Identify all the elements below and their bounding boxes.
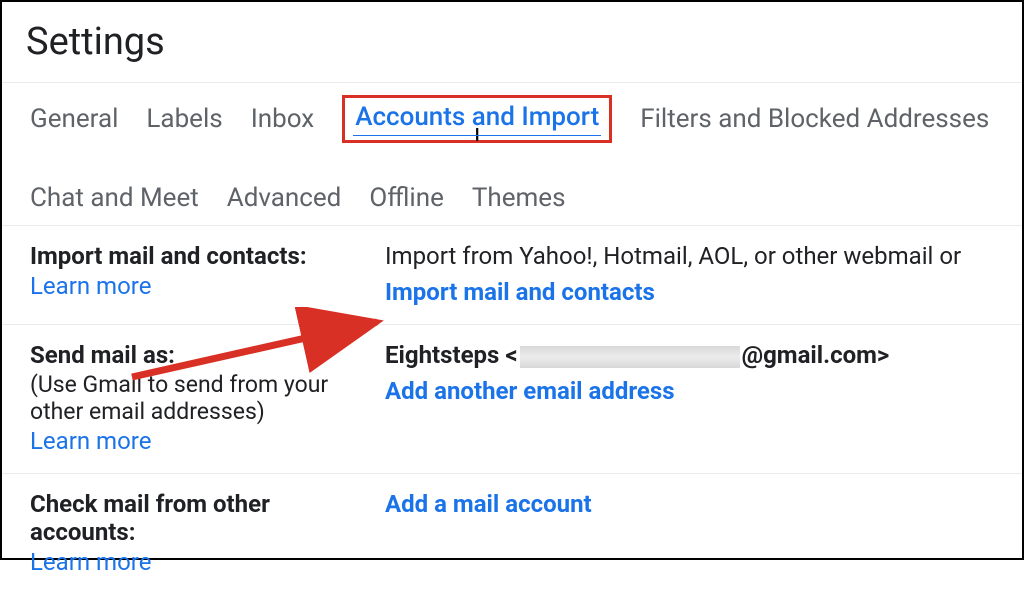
section-check-mail: Check mail from other accounts: Learn mo…	[2, 474, 1022, 594]
import-learn-more-link[interactable]: Learn more	[30, 272, 151, 300]
tab-general[interactable]: General	[30, 104, 118, 134]
import-title: Import mail and contacts:	[30, 242, 375, 270]
add-email-address-action[interactable]: Add another email address	[385, 377, 675, 405]
check-mail-learn-more-link[interactable]: Learn more	[30, 548, 151, 576]
send-as-identity: Eightsteps < @gmail.com>	[385, 341, 1022, 369]
import-description: Import from Yahoo!, Hotmail, AOL, or oth…	[385, 242, 1022, 270]
tab-filters[interactable]: Filters and Blocked Addresses	[640, 104, 989, 134]
send-as-name-suffix: @gmail.com>	[742, 341, 890, 369]
tabs-row-2: Chat and Meet Advanced Offline Themes	[30, 183, 1022, 225]
add-mail-account-action[interactable]: Add a mail account	[385, 490, 592, 518]
tab-accounts-import[interactable]: Accounts and Import I	[342, 95, 612, 143]
import-mail-action[interactable]: Import mail and contacts	[385, 278, 655, 306]
check-mail-title: Check mail from other accounts:	[30, 490, 375, 546]
tab-offline[interactable]: Offline	[369, 183, 444, 213]
section-import-mail: Import mail and contacts: Learn more Imp…	[2, 226, 1022, 325]
section-send-mail-as: Send mail as: (Use Gmail to send from yo…	[2, 325, 1022, 474]
redacted-email	[520, 346, 740, 368]
page-title: Settings	[2, 2, 1022, 82]
settings-content: Import mail and contacts: Learn more Imp…	[2, 226, 1022, 594]
send-as-subtitle: (Use Gmail to send from your other email…	[30, 371, 375, 425]
settings-tabs: General Labels Inbox Accounts and Import…	[2, 82, 1022, 226]
send-as-title: Send mail as:	[30, 341, 375, 369]
tab-labels[interactable]: Labels	[146, 104, 222, 134]
send-as-name-prefix: Eightsteps <	[385, 341, 518, 369]
tab-inbox[interactable]: Inbox	[251, 104, 315, 134]
tab-themes[interactable]: Themes	[472, 183, 566, 213]
text-cursor-icon: I	[475, 125, 480, 146]
tab-chat-meet[interactable]: Chat and Meet	[30, 183, 199, 213]
send-as-learn-more-link[interactable]: Learn more	[30, 427, 151, 455]
tabs-row-1: General Labels Inbox Accounts and Import…	[30, 83, 1022, 155]
tab-advanced[interactable]: Advanced	[227, 183, 342, 213]
